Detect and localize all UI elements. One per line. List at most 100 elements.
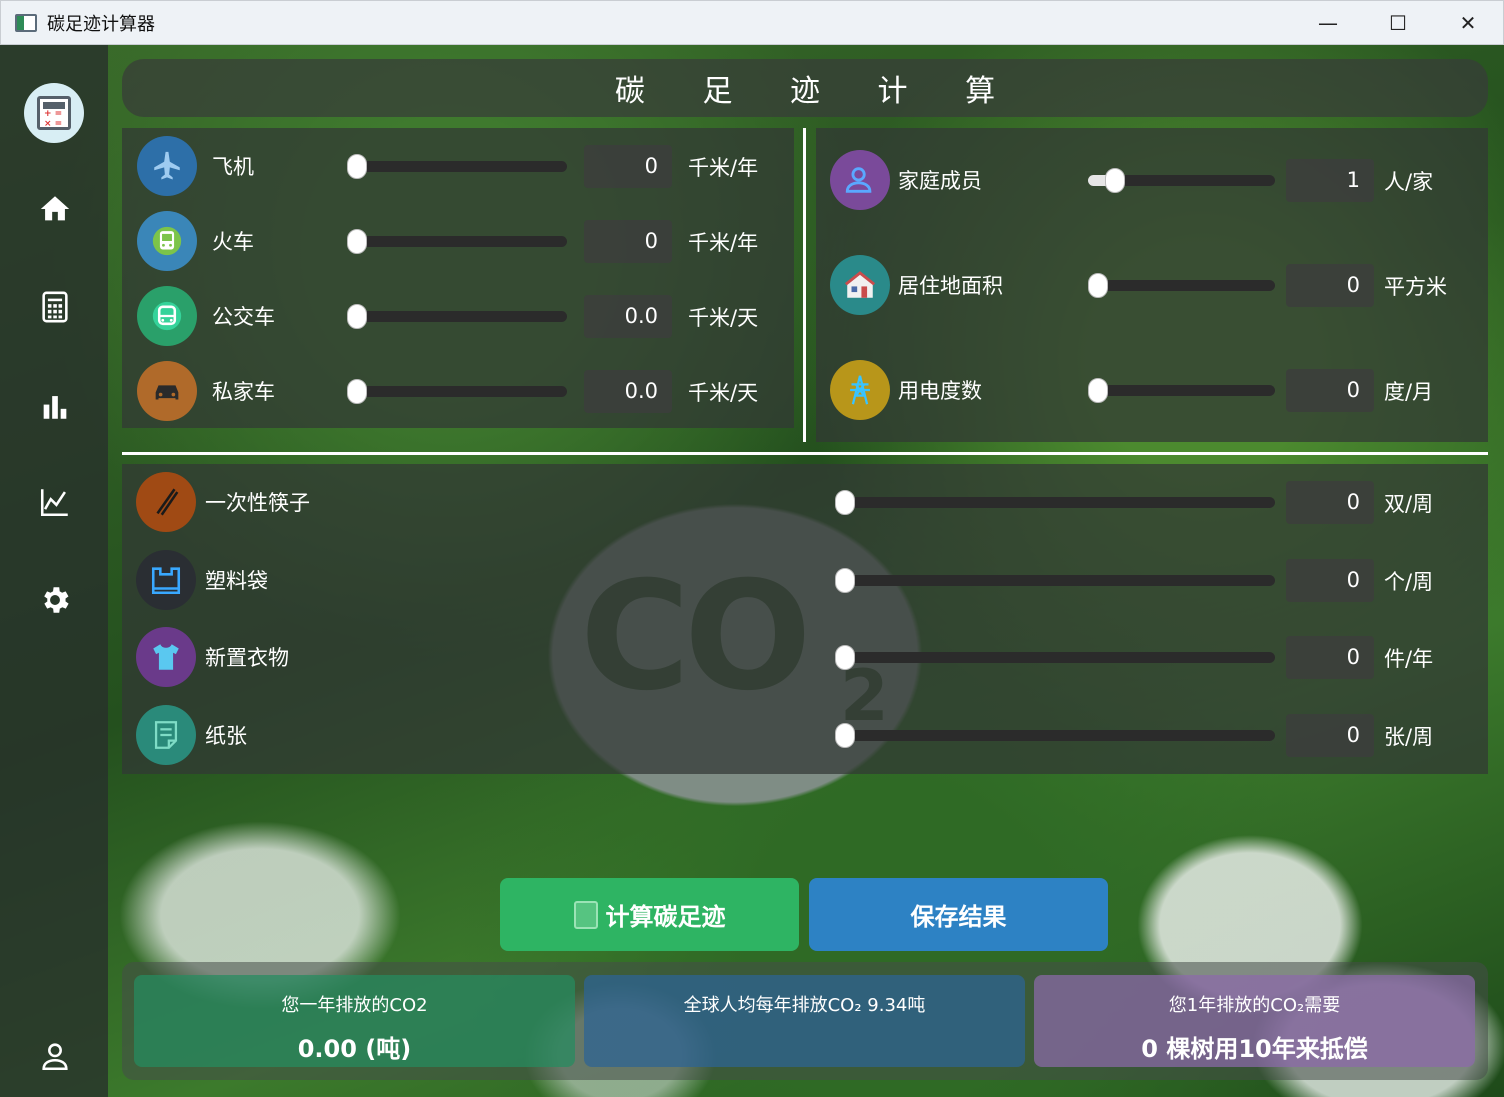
transport-row-bus: 公交车 [137, 286, 275, 346]
consumption-slider[interactable] [835, 723, 1275, 748]
consumption-row-chopsticks: 一次性筷子 [136, 472, 310, 532]
transport-label: 飞机 [212, 155, 254, 179]
slider-handle[interactable] [1105, 168, 1125, 193]
household-row-power-tower: 用电度数 [830, 360, 982, 420]
slider-handle[interactable] [835, 568, 855, 593]
household-unit: 人/家 [1384, 170, 1434, 194]
consumption-row-shirt: 新置衣物 [136, 627, 289, 687]
transport-value-input[interactable]: 0.0 [584, 295, 672, 338]
household-slider[interactable] [1088, 378, 1275, 403]
annual-emission-card: 您一年排放的CO2 0.00 (吨) [134, 975, 575, 1067]
power-tower-icon [830, 360, 890, 420]
app-icon [15, 13, 37, 32]
close-button[interactable]: ✕ [1433, 1, 1503, 45]
consumption-value-input[interactable]: 0 [1286, 481, 1374, 524]
user-icon[interactable] [34, 1035, 76, 1077]
sidebar [0, 45, 108, 1097]
house-icon [830, 255, 890, 315]
household-label: 家庭成员 [898, 169, 982, 193]
slider-track[interactable] [1088, 385, 1275, 396]
page-title-bar: 碳 足 迹 计 算 [122, 59, 1488, 117]
consumption-unit: 个/周 [1384, 570, 1434, 594]
household-value-input[interactable]: 0 [1286, 264, 1374, 307]
consumption-label: 纸张 [205, 724, 247, 748]
slider-handle[interactable] [835, 490, 855, 515]
transport-unit: 千米/天 [688, 381, 759, 405]
household-value-input[interactable]: 0 [1286, 369, 1374, 412]
train-icon [137, 211, 197, 271]
horizontal-divider [122, 452, 1488, 455]
slider-handle[interactable] [1088, 273, 1108, 298]
page-title: 碳 足 迹 计 算 [614, 74, 1020, 109]
calculate-button[interactable]: 计算碳足迹 [500, 878, 799, 951]
paper-icon [136, 705, 196, 765]
gear-icon[interactable] [34, 579, 76, 621]
consumption-value-input[interactable]: 0 [1286, 559, 1374, 602]
slider-track[interactable] [835, 575, 1275, 586]
window-title: 碳足迹计算器 [47, 13, 155, 35]
transport-value-input[interactable]: 0.0 [584, 370, 672, 413]
transport-row-airplane: 飞机 [137, 136, 254, 196]
slider-track[interactable] [835, 730, 1275, 741]
transport-value-input[interactable]: 0 [584, 145, 672, 188]
chopsticks-icon [136, 472, 196, 532]
household-label: 居住地面积 [898, 274, 1003, 298]
tree-offset-label: 您1年排放的CO₂需要 [1168, 995, 1341, 1016]
consumption-slider[interactable] [835, 490, 1275, 515]
bar-chart-icon[interactable] [34, 385, 76, 427]
slider-handle[interactable] [835, 645, 855, 670]
transport-slider[interactable] [347, 379, 567, 404]
slider-track[interactable] [1088, 280, 1275, 291]
title-bar: 碳足迹计算器 — ☐ ✕ [0, 0, 1504, 45]
annual-emission-value: 0.00 (吨) [297, 1035, 412, 1063]
slider-handle[interactable] [347, 154, 367, 179]
household-label: 用电度数 [898, 379, 982, 403]
slider-track[interactable] [347, 236, 567, 247]
tree-offset-card: 您1年排放的CO₂需要 0 棵树用10年来抵偿 [1034, 975, 1475, 1067]
shirt-icon [136, 627, 196, 687]
line-chart-icon[interactable] [34, 481, 76, 523]
slider-handle[interactable] [1088, 378, 1108, 403]
slider-handle[interactable] [347, 304, 367, 329]
transport-label: 火车 [212, 230, 254, 254]
transport-unit: 千米/天 [688, 306, 759, 330]
consumption-slider[interactable] [835, 568, 1275, 593]
transport-slider[interactable] [347, 304, 567, 329]
household-slider[interactable] [1088, 168, 1275, 193]
maximize-button[interactable]: ☐ [1363, 1, 1433, 45]
global-average-label: 全球人均每年排放CO₂ 9.34吨 [683, 995, 926, 1016]
calculate-button-label: 计算碳足迹 [605, 903, 726, 931]
consumption-label: 塑料袋 [205, 569, 268, 593]
minimize-button[interactable]: — [1293, 1, 1363, 45]
save-button[interactable]: 保存结果 [809, 878, 1108, 951]
consumption-value-input[interactable]: 0 [1286, 714, 1374, 757]
airplane-icon [137, 136, 197, 196]
transport-value-input[interactable]: 0 [584, 220, 672, 263]
tree-offset-value: 0 棵树用10年来抵偿 [1141, 1035, 1368, 1063]
consumption-value-input[interactable]: 0 [1286, 636, 1374, 679]
transport-slider[interactable] [347, 154, 567, 179]
household-slider[interactable] [1088, 273, 1275, 298]
consumption-slider[interactable] [835, 645, 1275, 670]
home-icon[interactable] [34, 188, 76, 230]
consumption-unit: 件/年 [1384, 647, 1434, 671]
slider-track[interactable] [835, 652, 1275, 663]
household-row-house: 居住地面积 [830, 255, 1003, 315]
transport-unit: 千米/年 [688, 156, 759, 180]
consumption-label: 新置衣物 [205, 646, 289, 670]
transport-slider[interactable] [347, 229, 567, 254]
slider-track[interactable] [347, 386, 567, 397]
slider-handle[interactable] [835, 723, 855, 748]
consumption-panel [122, 464, 1488, 774]
household-unit: 度/月 [1384, 380, 1434, 404]
calculator-icon[interactable] [34, 286, 76, 328]
household-value-input[interactable]: 1 [1286, 159, 1374, 202]
global-average-card: 全球人均每年排放CO₂ 9.34吨 [584, 975, 1025, 1067]
slider-track[interactable] [347, 161, 567, 172]
slider-track[interactable] [835, 497, 1275, 508]
slider-handle[interactable] [347, 229, 367, 254]
consumption-label: 一次性筷子 [205, 491, 310, 515]
slider-track[interactable] [347, 311, 567, 322]
slider-handle[interactable] [347, 379, 367, 404]
vertical-divider [803, 128, 806, 442]
